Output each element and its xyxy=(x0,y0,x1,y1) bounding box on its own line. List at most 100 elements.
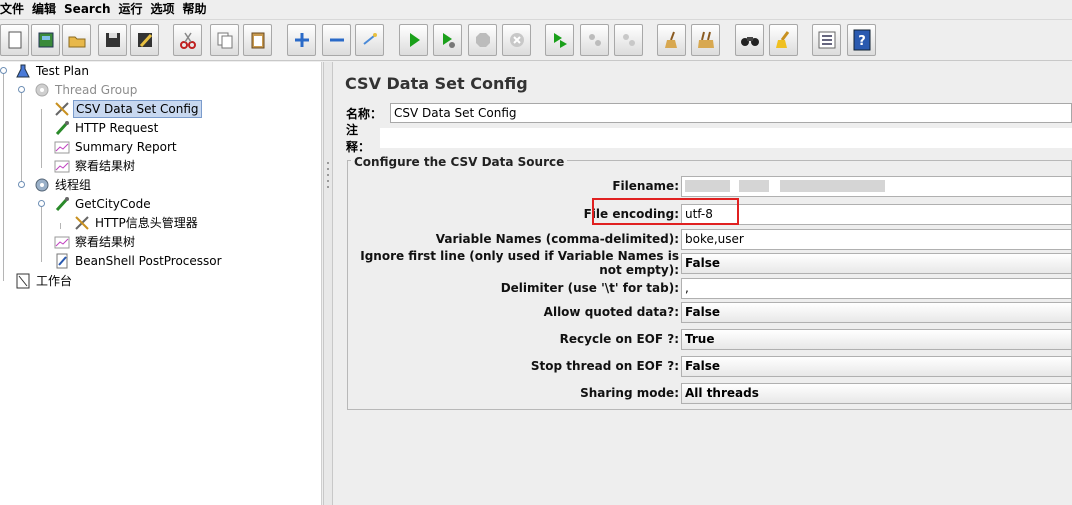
remote-start-icon xyxy=(553,33,567,48)
tree-node-getcitycode[interactable]: GetCityCode xyxy=(53,195,153,213)
shutdown-button[interactable] xyxy=(502,24,531,56)
stop-thread-on-eof-select[interactable]: False xyxy=(681,355,1072,377)
tree-node-beanshell-postprocessor[interactable]: BeanShell PostProcessor xyxy=(53,252,224,270)
allow-quoted-data-label: Allow quoted data?: xyxy=(543,305,679,319)
start-no-pauses-button[interactable] xyxy=(433,24,462,56)
tree-node-http-request[interactable]: HTTP Request xyxy=(53,119,160,137)
help-button[interactable]: ? xyxy=(847,24,876,56)
config-panel: CSV Data Set Config 名称： 注释： Configure th… xyxy=(334,62,1072,505)
minus-icon xyxy=(329,38,344,42)
function-helper-button[interactable] xyxy=(812,24,841,56)
tree-node-label: GetCityCode xyxy=(75,197,151,211)
name-input[interactable] xyxy=(390,103,1072,123)
delimiter-input[interactable]: , xyxy=(681,277,1072,299)
gear-icon xyxy=(33,82,51,98)
variable-names-input[interactable]: boke,user xyxy=(681,228,1072,250)
play-no-timer-icon xyxy=(442,33,455,48)
name-row: 名称： xyxy=(342,102,1072,124)
allow-quoted-data-select[interactable]: False xyxy=(681,301,1072,323)
menu-options[interactable]: 选项 xyxy=(151,1,181,17)
remote-start-button[interactable] xyxy=(545,24,574,56)
expand-handle-thread-group[interactable] xyxy=(18,86,25,93)
tree-line xyxy=(21,90,22,186)
new-button[interactable] xyxy=(0,24,29,56)
collapse-button[interactable] xyxy=(322,24,351,56)
ignore-first-line-row: Ignore first line (only used if Variable… xyxy=(348,249,1072,277)
remote-stop-button[interactable] xyxy=(580,24,609,56)
graph-icon xyxy=(53,139,71,155)
jmeter-window: 文件 编辑 Search 运行 选项 帮助 ? Test Plan Thread… xyxy=(0,0,1072,505)
filename-redacted xyxy=(685,180,730,192)
toggle-wand-icon xyxy=(362,33,377,45)
sharing-mode-label: Sharing mode: xyxy=(580,386,679,400)
filename-redacted xyxy=(739,180,769,192)
recycle-on-eof-row: Recycle on EOF ?: True xyxy=(348,328,1072,350)
splitter-grip xyxy=(327,174,329,176)
copy-button[interactable] xyxy=(210,24,239,56)
sharing-mode-select[interactable]: All threads xyxy=(681,382,1072,404)
menu-file[interactable]: 文件 xyxy=(0,1,30,17)
broom-all-icon xyxy=(697,31,714,48)
reset-search-button[interactable] xyxy=(769,24,798,56)
expand-handle-thread-group-cn[interactable] xyxy=(18,181,25,188)
tree-line xyxy=(3,71,4,281)
tree-node-csv-data-set-config[interactable]: CSV Data Set Config xyxy=(53,100,202,118)
help-icon: ? xyxy=(853,29,870,51)
splitter-grip xyxy=(327,162,329,164)
open-folder-icon xyxy=(68,36,85,48)
expand-handle-test-plan[interactable] xyxy=(0,67,7,74)
toggle-button[interactable] xyxy=(355,24,384,56)
broom-icon xyxy=(664,31,677,48)
tree-node-label: HTTP Request xyxy=(75,121,159,135)
tree-node-test-plan[interactable]: Test Plan xyxy=(14,62,91,80)
delimiter-row: Delimiter (use '\t' for tab): , xyxy=(348,277,1072,299)
gear-icon xyxy=(33,177,51,193)
remote-shutdown-button[interactable] xyxy=(614,24,643,56)
tree-node-label: 工作台 xyxy=(36,274,73,288)
filename-label: Filename: xyxy=(612,179,679,193)
tree-node-thread-group-cn[interactable]: 线程组 xyxy=(33,176,93,194)
paste-button[interactable] xyxy=(243,24,272,56)
expand-button[interactable] xyxy=(287,24,316,56)
group-title: Configure the CSV Data Source xyxy=(351,155,568,169)
menu-search[interactable]: Search xyxy=(64,1,116,17)
save-button[interactable] xyxy=(98,24,127,56)
clear-all-button[interactable] xyxy=(691,24,720,56)
open-button[interactable] xyxy=(62,24,91,56)
wrench-screwdriver-icon xyxy=(53,101,71,117)
menu-help[interactable]: 帮助 xyxy=(183,1,213,17)
plus-icon xyxy=(294,33,309,47)
cut-button[interactable] xyxy=(173,24,202,56)
stop-thread-on-eof-label: Stop thread on EOF ?: xyxy=(530,359,679,373)
menu-run[interactable]: 运行 xyxy=(118,1,148,17)
script-icon xyxy=(53,253,71,269)
delimiter-label: Delimiter (use '\t' for tab): xyxy=(500,281,679,295)
templates-button[interactable] xyxy=(31,24,60,56)
name-label: 名称： xyxy=(346,106,383,121)
file-encoding-input[interactable]: utf-8 xyxy=(681,203,1072,225)
tree-node-view-results-tree[interactable]: 察看结果树 xyxy=(53,157,137,175)
recycle-on-eof-select[interactable]: True xyxy=(681,328,1072,350)
menu-edit[interactable]: 编辑 xyxy=(32,1,62,17)
expand-handle-getcitycode[interactable] xyxy=(38,200,45,207)
tree-node-http-header-manager[interactable]: HTTP信息头管理器 xyxy=(73,214,200,232)
save-as-button[interactable] xyxy=(130,24,159,56)
pane-splitter[interactable] xyxy=(323,62,333,505)
tree-node-label: BeanShell PostProcessor xyxy=(75,254,222,268)
templates-book-icon xyxy=(38,32,53,48)
tree-node-view-results-tree-2[interactable]: 察看结果树 xyxy=(53,233,137,251)
menu-bar: 文件 编辑 Search 运行 选项 帮助 xyxy=(0,0,1072,18)
comment-input[interactable] xyxy=(380,128,1072,148)
stop-button[interactable] xyxy=(468,24,497,56)
save-as-pencil-icon xyxy=(137,33,152,48)
start-button[interactable] xyxy=(399,24,428,56)
search-button[interactable] xyxy=(735,24,764,56)
tree-node-thread-group[interactable]: Thread Group xyxy=(33,81,139,99)
tree-node-summary-report[interactable]: Summary Report xyxy=(53,138,179,156)
tree-node-label: Summary Report xyxy=(75,140,177,154)
ignore-first-line-select[interactable]: False xyxy=(681,252,1072,274)
graph-icon xyxy=(53,234,71,250)
scissors-icon xyxy=(179,32,196,49)
clear-button[interactable] xyxy=(657,24,686,56)
tree-node-workbench[interactable]: 工作台 xyxy=(14,272,74,290)
